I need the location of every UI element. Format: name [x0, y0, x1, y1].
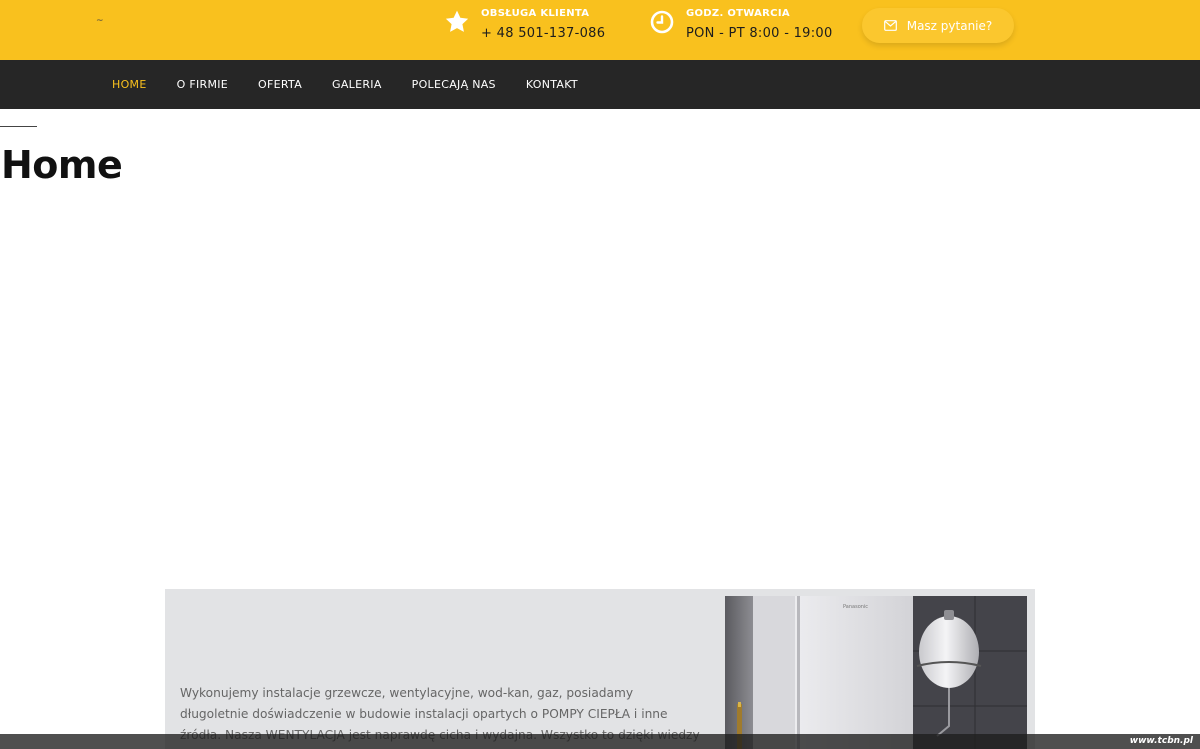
- nav-item-oferta[interactable]: OFERTA: [243, 60, 317, 109]
- ask-question-button[interactable]: Masz pytanie?: [862, 8, 1014, 43]
- svg-text:Panasonic: Panasonic: [843, 604, 868, 610]
- clock-icon: [649, 9, 675, 35]
- opening-hours-info: GODZ. OTWARCIA PON - PT 8:00 - 19:00: [649, 7, 833, 41]
- opening-hours-value: PON - PT 8:00 - 19:00: [686, 26, 833, 41]
- nav-item-galeria[interactable]: GALERIA: [317, 60, 397, 109]
- nav-menu: HOME O FIRMIE OFERTA GALERIA POLECAJĄ NA…: [97, 60, 593, 109]
- logo[interactable]: ~: [96, 16, 104, 26]
- bottom-strip: www.tcbn.pl: [0, 734, 1200, 749]
- ask-question-label: Masz pytanie?: [906, 18, 993, 33]
- site-credit[interactable]: www.tcbn.pl: [1130, 734, 1193, 749]
- star-icon: [444, 9, 470, 35]
- main-navigation: HOME O FIRMIE OFERTA GALERIA POLECAJĄ NA…: [0, 60, 1200, 109]
- opening-hours-label: GODZ. OTWARCIA: [686, 8, 790, 19]
- nav-item-kontakt[interactable]: KONTAKT: [511, 60, 593, 109]
- page-title: Home: [1, 143, 123, 187]
- customer-service-phone[interactable]: + 48 501-137-086: [481, 26, 605, 41]
- customer-service-info: OBSŁUGA KLIENTA + 48 501-137-086: [444, 7, 605, 41]
- heat-pump-photo: Panasonic: [725, 596, 1027, 749]
- nav-item-o-firmie[interactable]: O FIRMIE: [162, 60, 243, 109]
- intro-section: Wykonujemy instalacje grzewcze, wentylac…: [165, 589, 1035, 749]
- customer-service-label: OBSŁUGA KLIENTA: [481, 8, 590, 19]
- envelope-icon: [883, 20, 897, 31]
- title-divider: [0, 126, 37, 127]
- nav-item-polecaja-nas[interactable]: POLECAJĄ NAS: [397, 60, 511, 109]
- nav-item-home[interactable]: HOME: [97, 60, 162, 109]
- top-bar: ~ OBSŁUGA KLIENTA + 48 501-137-086 GODZ.…: [0, 0, 1200, 60]
